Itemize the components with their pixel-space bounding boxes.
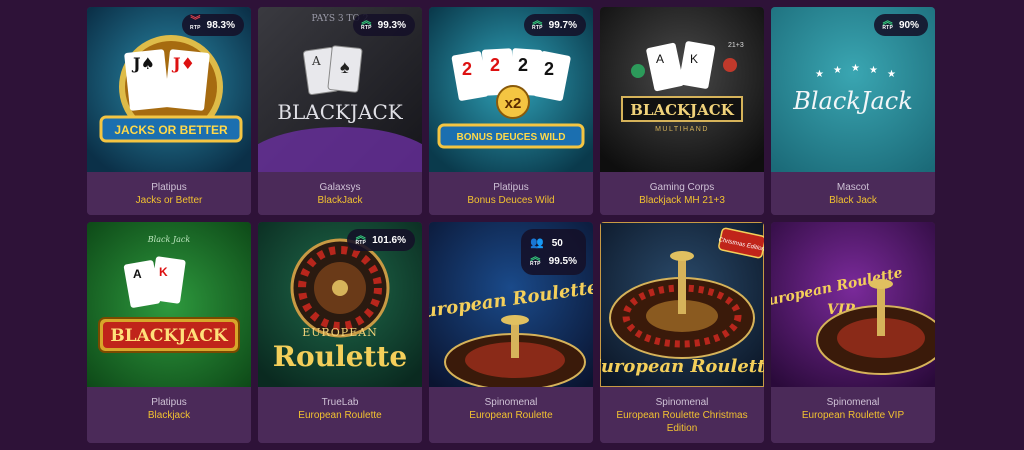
game-card-european-roulette-truelab[interactable]: EUROPEAN Roulette ︽ RTP 101.6% TrueLab Eu… [258, 222, 422, 443]
artwork-title: BlackJack [792, 87, 913, 115]
artwork-title: BONUS DEUCES WILD [457, 132, 566, 143]
game-provider: Platipus [493, 182, 529, 193]
chevron-up-double-icon: ︽ [532, 16, 543, 27]
svg-text:A: A [311, 54, 321, 68]
game-info[interactable]: Galaxsys BlackJack [258, 172, 422, 215]
game-name: Black Jack [829, 195, 877, 206]
rtp-value: 98.3% [206, 19, 235, 31]
game-card-blackjack-mh[interactable]: A K 21+3 BLACKJACK MULTIHAND Gaming Corp… [600, 7, 764, 215]
game-name: Blackjack [147, 410, 191, 421]
artwork-multiplier: x2 [505, 95, 522, 112]
game-card-bonus-deuces-wild[interactable]: 2 2 2 2 x2 BONUS DEUCES WILD ︽ RTP 99.7% … [429, 7, 593, 215]
svg-text:J♠: J♠ [131, 54, 155, 73]
rtp-badge: ︾ RTP 98.3% [182, 14, 244, 36]
chevron-up-double-icon: ︽ [882, 16, 893, 27]
game-provider: TrueLab [321, 397, 359, 408]
players-count: 50 [551, 237, 563, 249]
rtp-value: 90% [898, 19, 919, 31]
rtp-value: 99.5% [548, 255, 577, 267]
svg-text:A: A [133, 267, 142, 281]
game-provider: Galaxsys [319, 182, 361, 193]
artwork-title: BLACKJACK [630, 101, 735, 119]
game-provider: Spinomenal [655, 397, 709, 408]
stats-badge: 👥 50 ︽ RTP 99.5% [521, 229, 586, 275]
rtp-badge: ︽ RTP 101.6% [347, 229, 415, 251]
game-name: Blackjack MH 21+3 [639, 195, 725, 206]
game-thumbnail[interactable]: Black Jack A K BLACKJACK [87, 222, 251, 387]
svg-text:J♦: J♦ [171, 54, 195, 73]
artwork-title: BLACKJACK [110, 326, 229, 346]
game-provider: Platipus [151, 182, 187, 193]
game-info[interactable]: Spinomenal European Roulette [429, 387, 593, 443]
svg-text:♠: ♠ [340, 57, 350, 77]
game-artwork: Christmas Edition European Roulette [600, 222, 764, 387]
rtp-badge: ︽ RTP 99.7% [524, 14, 586, 36]
rtp-value: 101.6% [372, 234, 406, 246]
game-info[interactable]: Platipus Jacks or Better [87, 172, 251, 215]
game-info[interactable]: Platipus Blackjack [87, 387, 251, 443]
artwork-title: Roulette [273, 340, 407, 373]
game-artwork: European Roulette VIP [771, 222, 935, 387]
chevron-up-double-icon: ︽ [355, 231, 366, 242]
artwork-subtitle: Black Jack [147, 235, 191, 244]
svg-text:★: ★ [869, 65, 878, 76]
game-info[interactable]: Spinomenal European Roulette VIP [771, 387, 935, 443]
game-thumbnail[interactable]: A K 21+3 BLACKJACK MULTIHAND [600, 7, 764, 172]
game-card-european-roulette-vip[interactable]: European Roulette VIP Spinomenal Europea… [771, 222, 935, 443]
game-name: BlackJack [317, 195, 363, 206]
game-provider: Spinomenal [826, 397, 880, 408]
game-info[interactable]: Gaming Corps Blackjack MH 21+3 [600, 172, 764, 215]
rtp-badge: ︽ RTP 99.3% [353, 14, 415, 36]
svg-text:K: K [690, 52, 698, 66]
rtp-value: 99.3% [377, 19, 406, 31]
game-info[interactable]: Spinomenal European Roulette Christmas E… [600, 387, 764, 443]
game-provider: Mascot [836, 182, 870, 193]
svg-text:2: 2 [544, 59, 554, 79]
chevron-down-double-icon: ︾ [190, 16, 201, 27]
game-name: European Roulette Christmas Edition [616, 410, 748, 434]
game-name: European Roulette [298, 410, 382, 421]
game-name: European Roulette VIP [801, 410, 905, 421]
game-artwork: Black Jack A K BLACKJACK [87, 222, 251, 387]
svg-text:A: A [656, 52, 664, 66]
game-info[interactable]: Platipus Bonus Deuces Wild [429, 172, 593, 215]
game-provider: Gaming Corps [649, 182, 715, 193]
game-name: Bonus Deuces Wild [467, 195, 555, 206]
game-thumbnail[interactable]: European Roulette VIP [771, 222, 935, 387]
game-card-european-roulette-christmas[interactable]: Christmas Edition European Roulette Spin… [600, 222, 764, 443]
rtp-badge: ︽ RTP 90% [874, 14, 928, 36]
game-name: European Roulette [469, 410, 553, 421]
svg-text:★: ★ [833, 65, 842, 76]
artwork-badge: 21+3 [728, 42, 744, 49]
game-name: Jacks or Better [135, 195, 203, 206]
game-card-european-roulette-spinomenal[interactable]: European Roulette 👥 50 ︽ RTP 99.5% Spinomen… [429, 222, 593, 443]
chevron-up-double-icon: ︽ [361, 16, 372, 27]
svg-text:2: 2 [518, 55, 528, 75]
svg-text:★: ★ [815, 69, 824, 80]
game-thumbnail[interactable]: Christmas Edition European Roulette [600, 222, 764, 387]
game-artwork: A K 21+3 BLACKJACK MULTIHAND [600, 7, 764, 172]
artwork-title: BLACKJACK [277, 100, 403, 124]
svg-text:K: K [159, 265, 168, 279]
game-card-black-jack-mascot[interactable]: ★ ★ ★ ★ ★ BlackJack ︽ RTP 90% Mascot Black … [771, 7, 935, 215]
game-card-blackjack-platipus[interactable]: Black Jack A K BLACKJACK Platipus Blackj… [87, 222, 251, 443]
people-icon: 👥 [530, 236, 544, 249]
svg-text:2: 2 [462, 59, 472, 79]
game-info[interactable]: Mascot Black Jack [771, 172, 935, 215]
artwork-subtitle: EUROPEAN [302, 326, 378, 339]
artwork-title: JACKS OR BETTER [114, 123, 228, 137]
rtp-value: 99.7% [548, 19, 577, 31]
game-provider: Platipus [151, 397, 187, 408]
svg-text:★: ★ [851, 63, 860, 74]
artwork-subtitle: MULTIHAND [655, 126, 709, 133]
chevron-up-double-icon: ︽ [530, 252, 541, 263]
game-info[interactable]: TrueLab European Roulette [258, 387, 422, 443]
svg-text:★: ★ [887, 69, 896, 80]
svg-text:2: 2 [490, 55, 500, 75]
game-card-blackjack-galaxsys[interactable]: PAYS 3 TO 2 A ♠ BLACKJACK ︽ RTP 99.3% Gal… [258, 7, 422, 215]
game-card-jacks-or-better[interactable]: J♠ J♦ JACKS OR BETTER ︾ RTP 98.3% Platipu… [87, 7, 251, 215]
artwork-title: European Roulette [600, 356, 764, 377]
game-provider: Spinomenal [484, 397, 538, 408]
